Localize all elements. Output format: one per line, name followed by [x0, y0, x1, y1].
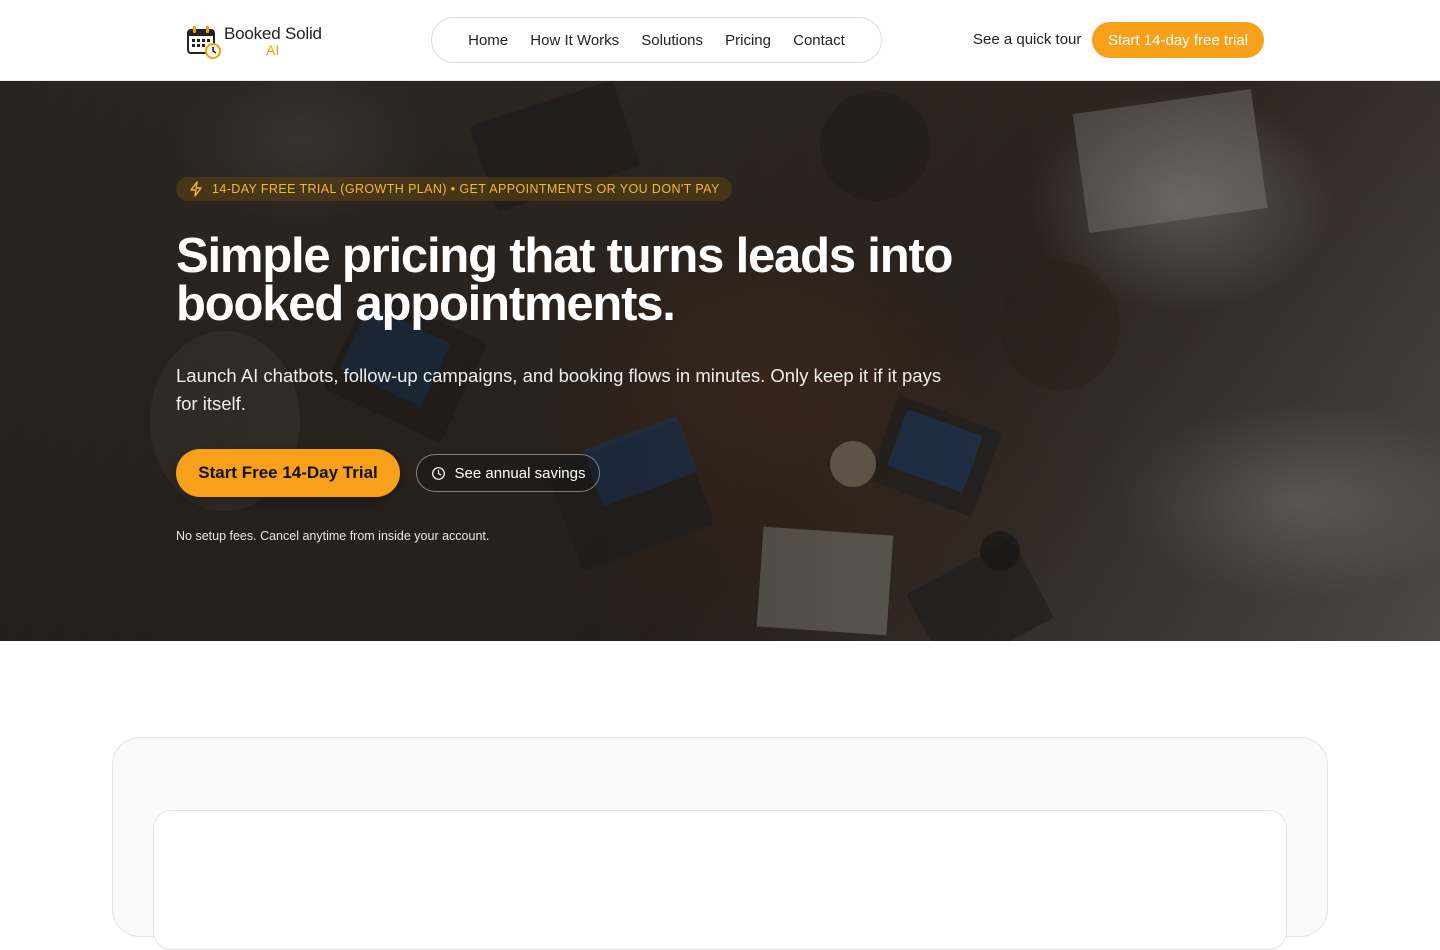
- annual-savings-button[interactable]: See annual savings: [416, 454, 600, 492]
- annual-savings-label: See annual savings: [454, 464, 586, 482]
- brand-suffix: AI: [266, 42, 280, 58]
- brand-name: Booked Solid: [224, 24, 322, 43]
- start-free-trial-button[interactable]: Start Free 14-Day Trial: [176, 449, 400, 497]
- site-header: Booked Solid AI Home How It Works Soluti…: [0, 0, 1440, 81]
- quick-tour-link[interactable]: See a quick tour: [973, 31, 1081, 48]
- main-nav: Home How It Works Solutions Pricing Cont…: [431, 17, 882, 63]
- nav-contact[interactable]: Contact: [793, 32, 845, 49]
- brand-logo[interactable]: Booked Solid AI: [186, 22, 328, 60]
- hero-subtitle: Launch AI chatbots, follow-up campaigns,…: [176, 365, 942, 414]
- trial-badge-text: 14-DAY FREE TRIAL (GROWTH PLAN) • GET AP…: [212, 182, 720, 196]
- nav-solutions[interactable]: Solutions: [641, 32, 703, 49]
- calendar-clock-icon: [187, 26, 221, 59]
- hero-section: 14-DAY FREE TRIAL (GROWTH PLAN) • GET AP…: [0, 81, 1440, 641]
- clock-icon: [431, 466, 445, 480]
- trial-badge: 14-DAY FREE TRIAL (GROWTH PLAN) • GET AP…: [176, 177, 732, 201]
- hero-title: Simple pricing that turns leads into boo…: [176, 229, 953, 331]
- pricing-card: [153, 810, 1287, 950]
- start-trial-button-header[interactable]: Start 14-day free trial: [1092, 22, 1264, 58]
- nav-how-it-works[interactable]: How It Works: [530, 32, 619, 49]
- nav-home[interactable]: Home: [468, 32, 508, 49]
- lightning-icon: [190, 181, 202, 197]
- hero-note: No setup fees. Cancel anytime from insid…: [176, 529, 490, 543]
- nav-pricing[interactable]: Pricing: [725, 32, 771, 49]
